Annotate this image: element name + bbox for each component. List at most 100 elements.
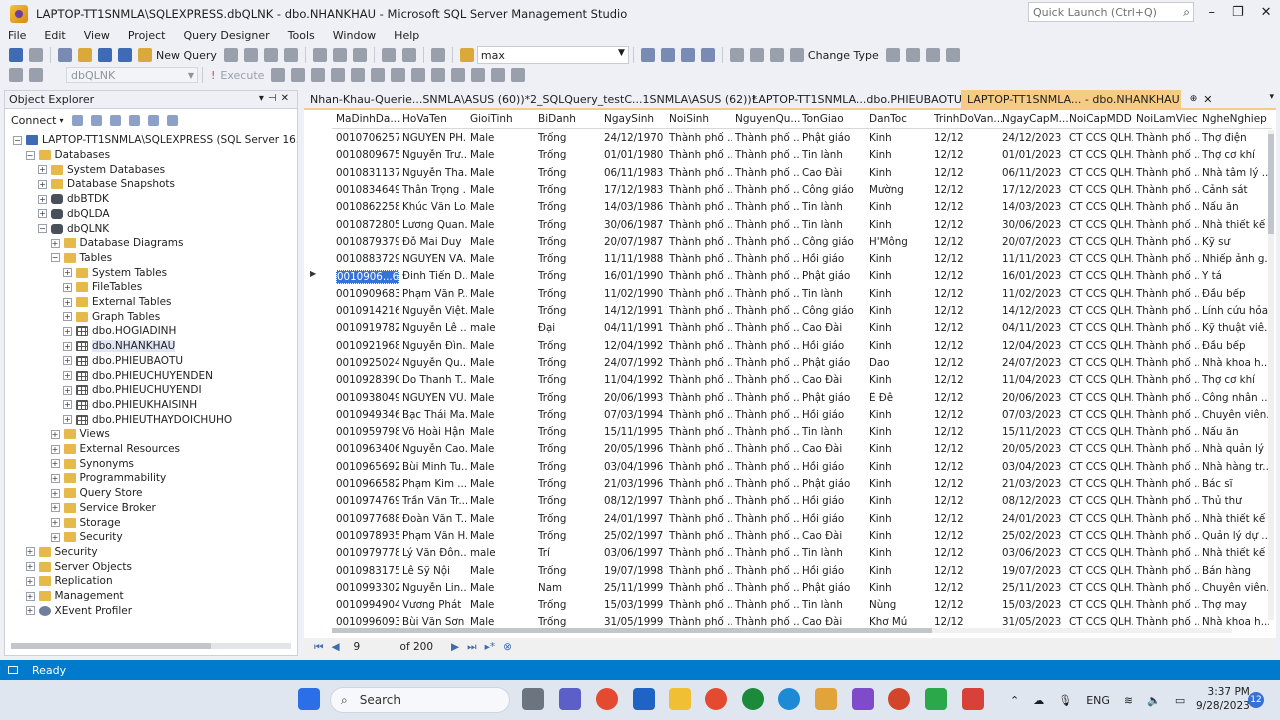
expand-icon[interactable]: + (50, 503, 60, 513)
toolbox-icon[interactable] (680, 48, 695, 62)
expand-icon[interactable]: + (50, 488, 60, 498)
change-type-button[interactable]: Change Type (808, 49, 879, 62)
grid-cell[interactable]: 12/12 (934, 461, 999, 473)
tree-node[interactable]: + Views (50, 427, 110, 442)
grid-cell[interactable]: Tin lành (802, 426, 866, 438)
grid-cell[interactable]: Hồi giáo (802, 340, 866, 352)
grid-cell[interactable]: Thành phố ... (1136, 565, 1199, 577)
grid-cell[interactable]: Thành phố ... (1136, 253, 1199, 265)
tree-node[interactable]: + Storage (50, 515, 121, 530)
grid-cell[interactable]: Nùng (869, 599, 931, 611)
table-row[interactable]: 0010994904...Vương PhátMaleTrống15/03/19… (332, 597, 1272, 614)
grid-cell[interactable]: CT CCS QLH... (1069, 426, 1133, 438)
grid-cell[interactable]: 12/04/1992 (604, 340, 666, 352)
grid-cell[interactable]: Thành phố ... (1136, 495, 1199, 507)
grid-cell[interactable]: 01/01/1980 (604, 149, 666, 161)
grid-cell[interactable]: Lý Văn Đôn... (402, 547, 467, 559)
tree-node[interactable]: − Tables (50, 251, 112, 266)
tree-node[interactable]: − dbQLNK (38, 221, 109, 236)
grid-cell[interactable]: Trống (538, 149, 601, 161)
connect-icon[interactable] (9, 68, 23, 82)
grid-cell[interactable]: Thợ điện (1202, 132, 1269, 144)
estimated-plan-icon[interactable] (331, 68, 346, 82)
grid-cell[interactable]: Công giáo (802, 305, 866, 317)
tree-node[interactable]: + dbBTDK (38, 192, 109, 207)
expand-icon[interactable]: + (63, 282, 72, 292)
save-icon[interactable] (98, 48, 112, 62)
grid-cell[interactable]: 12/12 (934, 305, 999, 317)
show-results-icon[interactable] (789, 48, 804, 62)
grid-cell[interactable]: Kinh (869, 219, 931, 231)
window-icon[interactable] (700, 48, 715, 62)
grid-cell[interactable]: Thành phố ... (735, 219, 799, 231)
grid-cell[interactable]: Thành phố ... (1136, 513, 1199, 525)
grid-cell[interactable]: Phạm Văn H... (402, 530, 467, 542)
tree-node[interactable]: + Service Broker (50, 501, 156, 516)
panel-controls[interactable]: ▾⊣✕ (259, 93, 293, 104)
grid-cell[interactable]: 0010928390... (336, 374, 399, 386)
expand-icon[interactable]: + (50, 444, 60, 454)
redo-icon[interactable] (401, 48, 416, 62)
grid-cell[interactable]: 0010906...682 (336, 270, 399, 285)
grid-cell[interactable]: Thành phố ... (735, 495, 799, 507)
pin-icon[interactable]: ⊕ (1190, 94, 1198, 104)
grid-cell[interactable]: Cao Đài (802, 374, 866, 386)
tree-node[interactable]: + XEvent Profiler (25, 603, 132, 618)
grid-cell[interactable]: Male (470, 513, 535, 525)
grid-cell[interactable]: Phật giáo (802, 392, 866, 404)
grid-cell[interactable]: 0010983175... (336, 565, 399, 577)
grid-cell[interactable]: Thành phố ... (669, 616, 732, 628)
query-options-icon[interactable] (371, 68, 386, 82)
expand-icon[interactable]: + (63, 400, 72, 410)
grid-cell[interactable]: Tin lành (802, 201, 866, 213)
grid-cell[interactable]: Trống (538, 392, 601, 404)
grid-cell[interactable]: Trống (538, 201, 601, 213)
grid-cell[interactable]: 12/12 (934, 149, 999, 161)
stop-icon[interactable] (109, 114, 121, 126)
grid-cell[interactable]: 12/12 (934, 288, 999, 300)
grid-cell[interactable]: Thành phố ... (1136, 357, 1199, 369)
collapse-icon[interactable]: − (25, 150, 35, 160)
grid-cell[interactable]: 16/01/1990 (604, 270, 666, 282)
grid-cell[interactable]: 0010978935... (336, 530, 399, 542)
grid-cell[interactable]: 0010909683... (336, 288, 399, 300)
table-row[interactable]: 0010906...682Đinh Tiến D...MaleTrống16/0… (332, 268, 1272, 285)
grid-cell[interactable]: Thành phố ... (735, 305, 799, 317)
grid-cell[interactable]: Trống (538, 236, 601, 248)
grid-cell[interactable]: 24/01/1997 (604, 513, 666, 525)
expand-icon[interactable]: + (38, 165, 47, 175)
menu-tools[interactable]: Tools (288, 29, 315, 42)
grid-cell[interactable]: 21/03/2023 (1002, 478, 1066, 490)
parse-icon[interactable] (311, 68, 326, 82)
grid-cell[interactable]: 0010831137... (336, 167, 399, 179)
grid-cell[interactable]: Thành phố ... (669, 270, 732, 282)
tree-node[interactable]: − LAPTOP-TT1SNMLA\SQLEXPRESS (SQL Server … (13, 133, 297, 148)
grid-cell[interactable]: Công giáo (802, 184, 866, 196)
grid-cell[interactable]: Kinh (869, 374, 931, 386)
grid-cell[interactable]: 11/02/2023 (1002, 288, 1066, 300)
grid-cell[interactable]: Male (470, 530, 535, 542)
grid-cell[interactable]: Kinh (869, 443, 931, 455)
grid-cell[interactable]: Nhà hàng tr... (1202, 461, 1269, 473)
grid-cell[interactable]: 0010914216... (336, 305, 399, 317)
grid-cell[interactable]: Nguyễn Lin... (402, 582, 467, 594)
tree-node[interactable]: + dbo.HOGIADINH (63, 324, 176, 339)
collapse-icon[interactable]: − (13, 135, 22, 145)
grid-cell[interactable]: 06/11/1983 (604, 167, 666, 179)
grid-cell[interactable]: Trống (538, 565, 601, 577)
grid-cell[interactable]: Cao Đài (802, 443, 866, 455)
grid-cell[interactable]: Trống (538, 305, 601, 317)
table-row[interactable]: 0010831137...Nguyễn Tha...MaleTrống06/11… (332, 165, 1272, 182)
grid-cell[interactable]: Mường (869, 184, 931, 196)
table-row[interactable]: 0010883729...NGUYỄN VĂ...MaleTrống11/11/… (332, 251, 1272, 268)
grid-cell[interactable]: Kinh (869, 340, 931, 352)
tree-node[interactable]: − Databases (25, 148, 110, 163)
grid-cell[interactable]: Đầu bếp (1202, 340, 1269, 352)
grid-cell[interactable]: Y tá (1202, 270, 1269, 282)
grid-cell[interactable]: Male (470, 392, 535, 404)
grid-cell[interactable]: Thành phố ... (1136, 409, 1199, 421)
tree-node[interactable]: + dbQLDA (38, 207, 110, 222)
grid-cell[interactable]: 15/11/1995 (604, 426, 666, 438)
grid-cell[interactable]: 15/11/2023 (1002, 426, 1066, 438)
powerpoint-icon[interactable] (888, 688, 910, 710)
